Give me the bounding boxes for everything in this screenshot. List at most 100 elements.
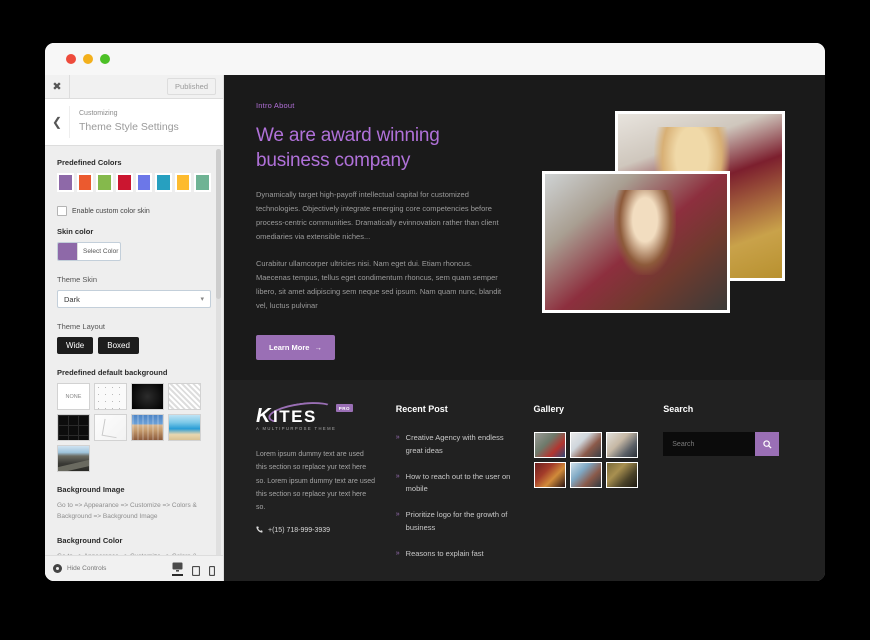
customizer-bottombar: Hide Controls bbox=[45, 555, 223, 581]
customizer-panel: ✖ Published ❮ Customizing Theme Style Se… bbox=[45, 75, 224, 581]
window-traffic-lights bbox=[66, 54, 110, 64]
list-item[interactable]: » Creative Agency with endless great ide… bbox=[396, 432, 514, 458]
hide-controls-label: Hide Controls bbox=[67, 565, 107, 572]
background-thumb-none[interactable]: NONE bbox=[57, 383, 90, 410]
logo-rest: ITES bbox=[273, 407, 317, 426]
search-input[interactable]: Search bbox=[663, 432, 756, 456]
search-title: Search bbox=[663, 404, 694, 414]
chevron-right-icon: » bbox=[395, 511, 400, 518]
customizer-header: ❮ Customizing Theme Style Settings bbox=[45, 99, 223, 146]
hide-controls-button[interactable]: Hide Controls bbox=[53, 564, 106, 573]
color-swatch[interactable] bbox=[155, 173, 172, 192]
minimize-window-button[interactable] bbox=[83, 54, 93, 64]
background-color-help: Go to => Appearance => Customize => Colo… bbox=[57, 551, 211, 555]
chevron-right-icon: » bbox=[395, 472, 400, 480]
hero-photo-front bbox=[542, 171, 730, 313]
chevron-left-icon[interactable]: ❮ bbox=[45, 106, 70, 138]
gallery-thumb[interactable] bbox=[569, 462, 602, 488]
customizer-kicker: Customizing bbox=[79, 110, 118, 118]
enable-custom-skin-label: Enable custom color skin bbox=[72, 207, 150, 215]
color-swatch[interactable] bbox=[76, 173, 94, 192]
logo-pro-badge: PRO bbox=[335, 404, 353, 412]
phone-icon bbox=[256, 526, 263, 535]
color-swatch[interactable] bbox=[115, 173, 133, 192]
background-image-label: Background Image bbox=[57, 485, 125, 494]
browser-window: ✖ Published ❮ Customizing Theme Style Se… bbox=[45, 43, 825, 581]
site-logo[interactable]: K ITES PRO A MULTIPURPOSE THEME bbox=[256, 398, 353, 432]
window-titlebar bbox=[45, 43, 825, 75]
list-item[interactable]: » Prioritize logo for the growth of busi… bbox=[396, 509, 514, 535]
hero-heading: We are award winning business company bbox=[256, 124, 506, 173]
gallery-thumb[interactable] bbox=[605, 462, 638, 488]
background-thumb[interactable] bbox=[94, 414, 127, 441]
recent-post-link: How to reach out to the user on mobile bbox=[405, 471, 511, 494]
background-thumb[interactable] bbox=[94, 383, 127, 410]
gallery-thumb[interactable] bbox=[605, 432, 638, 458]
skin-color-picker[interactable]: Select Color bbox=[57, 242, 121, 261]
predefined-background-label: Predefined default background bbox=[57, 368, 168, 377]
gallery-title: Gallery bbox=[533, 404, 565, 414]
gallery-thumb[interactable] bbox=[533, 432, 566, 458]
search-submit-button[interactable] bbox=[755, 432, 780, 456]
chevron-right-icon: » bbox=[395, 549, 400, 557]
background-thumb[interactable] bbox=[131, 383, 164, 410]
close-icon[interactable]: ✖ bbox=[45, 75, 70, 98]
hero-paragraph-1: Dynamically target high-payoff intellect… bbox=[256, 190, 499, 241]
layout-wide-button[interactable]: Wide bbox=[57, 337, 94, 354]
color-swatch[interactable] bbox=[174, 173, 192, 192]
skin-color-swatch bbox=[58, 243, 78, 260]
list-item[interactable]: » How to reach out to the user on mobile bbox=[396, 471, 514, 497]
footer-about-column: K ITES PRO A MULTIPURPOSE THEME Lorem ip… bbox=[256, 398, 376, 581]
theme-skin-label: Theme Skin bbox=[57, 275, 98, 284]
gallery-thumb[interactable] bbox=[569, 432, 602, 458]
published-button[interactable]: Published bbox=[167, 78, 216, 95]
learn-more-button[interactable]: Learn More → bbox=[256, 334, 335, 360]
background-thumbnail-grid: NONE bbox=[57, 383, 207, 472]
color-swatch[interactable] bbox=[194, 173, 211, 192]
gallery-grid bbox=[533, 432, 638, 488]
hero-paragraph-2: Curabitur ullamcorper ultricies nisi. Na… bbox=[256, 258, 502, 310]
background-thumb[interactable] bbox=[131, 414, 164, 441]
background-thumb[interactable] bbox=[57, 414, 90, 441]
background-color-label: Background Color bbox=[57, 535, 123, 545]
mobile-icon[interactable] bbox=[209, 565, 215, 576]
hero-heading-line2: business company bbox=[256, 149, 411, 171]
color-swatch[interactable] bbox=[96, 173, 113, 192]
site-footer: K ITES PRO A MULTIPURPOSE THEME Lorem ip… bbox=[224, 380, 825, 581]
tablet-icon[interactable] bbox=[192, 565, 200, 576]
theme-skin-select[interactable]: Dark ▾ bbox=[57, 290, 211, 308]
list-item[interactable]: » Reasons to explain fast bbox=[396, 548, 514, 561]
theme-layout-buttons: Wide Boxed bbox=[57, 337, 211, 354]
hero-photo-collage bbox=[538, 79, 803, 399]
desktop-icon[interactable] bbox=[172, 562, 183, 576]
enable-custom-skin-checkbox[interactable] bbox=[57, 206, 67, 216]
arrow-right-icon: → bbox=[314, 342, 322, 352]
chevron-down-icon: ▾ bbox=[200, 296, 204, 303]
predefined-colors-label: Predefined Colors bbox=[57, 158, 122, 167]
maximize-window-button[interactable] bbox=[100, 54, 110, 64]
select-color-label: Select Color bbox=[83, 248, 119, 255]
collapse-icon bbox=[53, 564, 62, 573]
color-swatch[interactable] bbox=[135, 173, 153, 192]
background-thumb[interactable] bbox=[168, 414, 201, 441]
footer-phone[interactable]: +(15) 718-999-3939 bbox=[256, 526, 376, 535]
device-preview-switcher bbox=[172, 562, 215, 576]
gallery-thumb[interactable] bbox=[533, 462, 566, 488]
hero-text-block: Intro About We are award winning busines… bbox=[224, 101, 506, 360]
close-window-button[interactable] bbox=[66, 54, 76, 64]
color-swatch[interactable] bbox=[57, 173, 74, 192]
background-thumb[interactable] bbox=[57, 445, 90, 472]
enable-custom-skin-row[interactable]: Enable custom color skin bbox=[57, 206, 211, 216]
hero-eyebrow: Intro About bbox=[256, 101, 295, 110]
customizer-scrollbar[interactable] bbox=[216, 149, 221, 555]
footer-phone-number: +(15) 718-999-3939 bbox=[268, 527, 331, 535]
footer-recent-column: Recent Post » Creative Agency with endle… bbox=[396, 404, 514, 581]
background-thumb[interactable] bbox=[168, 383, 201, 410]
customizer-title-group: Customizing Theme Style Settings bbox=[70, 109, 179, 134]
recent-post-link: Prioritize logo for the growth of busine… bbox=[405, 510, 508, 532]
theme-skin-value: Dark bbox=[64, 294, 80, 304]
background-image-help: Go to => Appearance => Customize => Colo… bbox=[57, 502, 197, 521]
screenshot-stage: ✖ Published ❮ Customizing Theme Style Se… bbox=[0, 0, 870, 640]
chevron-right-icon: » bbox=[395, 434, 400, 441]
layout-boxed-button[interactable]: Boxed bbox=[98, 337, 139, 354]
